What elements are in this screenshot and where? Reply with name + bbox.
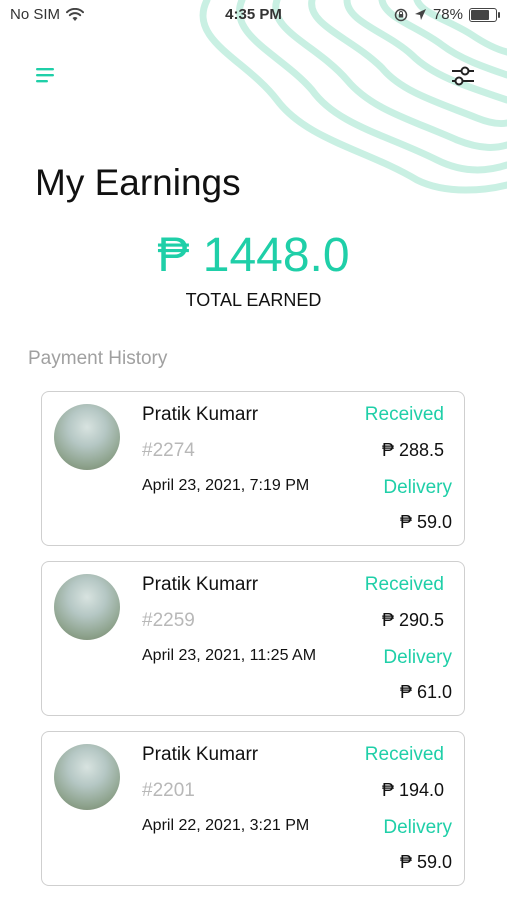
order-id: #2274 [142, 440, 195, 461]
battery-level [471, 9, 490, 20]
total-earned-label: TOTAL EARNED [185, 290, 322, 310]
received-label: Received [364, 744, 444, 765]
rotation-lock-icon [394, 8, 408, 21]
payment-card[interactable]: Pratik Kumarr #2201 April 22, 2021, 3:21… [41, 731, 465, 886]
filter-button[interactable] [449, 62, 477, 90]
customer-name: Pratik Kumarr [142, 744, 259, 765]
location-arrow-icon [414, 9, 426, 20]
avatar [54, 574, 120, 640]
payment-card[interactable]: Pratik Kumarr #2274 April 23, 2021, 7:19… [41, 391, 465, 546]
status-bar: No SIM 4:35 PM 78% [0, 0, 507, 30]
avatar [54, 744, 120, 810]
menu-button[interactable] [34, 64, 58, 86]
received-amount: ₱ 290.5 [381, 610, 444, 630]
delivery-amount: ₱ 59.0 [399, 852, 452, 872]
payment-datetime: April 23, 2021, 11:25 AM [142, 647, 317, 664]
hamburger-menu-icon [36, 68, 54, 83]
delivery-amount: ₱ 61.0 [399, 682, 452, 702]
order-id: #2201 [142, 780, 195, 801]
order-id: #2259 [142, 610, 195, 631]
delivery-label: Delivery [383, 477, 452, 498]
received-amount: ₱ 194.0 [381, 780, 444, 800]
delivery-label: Delivery [383, 647, 452, 668]
status-right: 78% [394, 6, 500, 23]
total-earned-amount: ₱ 1448.0 [157, 229, 350, 282]
battery-icon [469, 7, 500, 22]
delivery-amount: ₱ 59.0 [399, 512, 452, 532]
delivery-label: Delivery [383, 817, 452, 838]
page-title: My Earnings [35, 162, 241, 203]
avatar [54, 404, 120, 470]
battery-percent: 78% [432, 6, 463, 23]
received-label: Received [364, 574, 444, 595]
payment-history-heading: Payment History [28, 348, 168, 369]
received-label: Received [364, 404, 444, 425]
customer-name: Pratik Kumarr [142, 404, 259, 425]
received-amount: ₱ 288.5 [381, 440, 444, 460]
payment-datetime: April 23, 2021, 7:19 PM [142, 477, 310, 494]
payment-datetime: April 22, 2021, 3:21 PM [142, 817, 310, 834]
sliders-filter-icon [452, 66, 474, 86]
customer-name: Pratik Kumarr [142, 574, 259, 595]
payment-card[interactable]: Pratik Kumarr #2259 April 23, 2021, 11:2… [41, 561, 465, 716]
